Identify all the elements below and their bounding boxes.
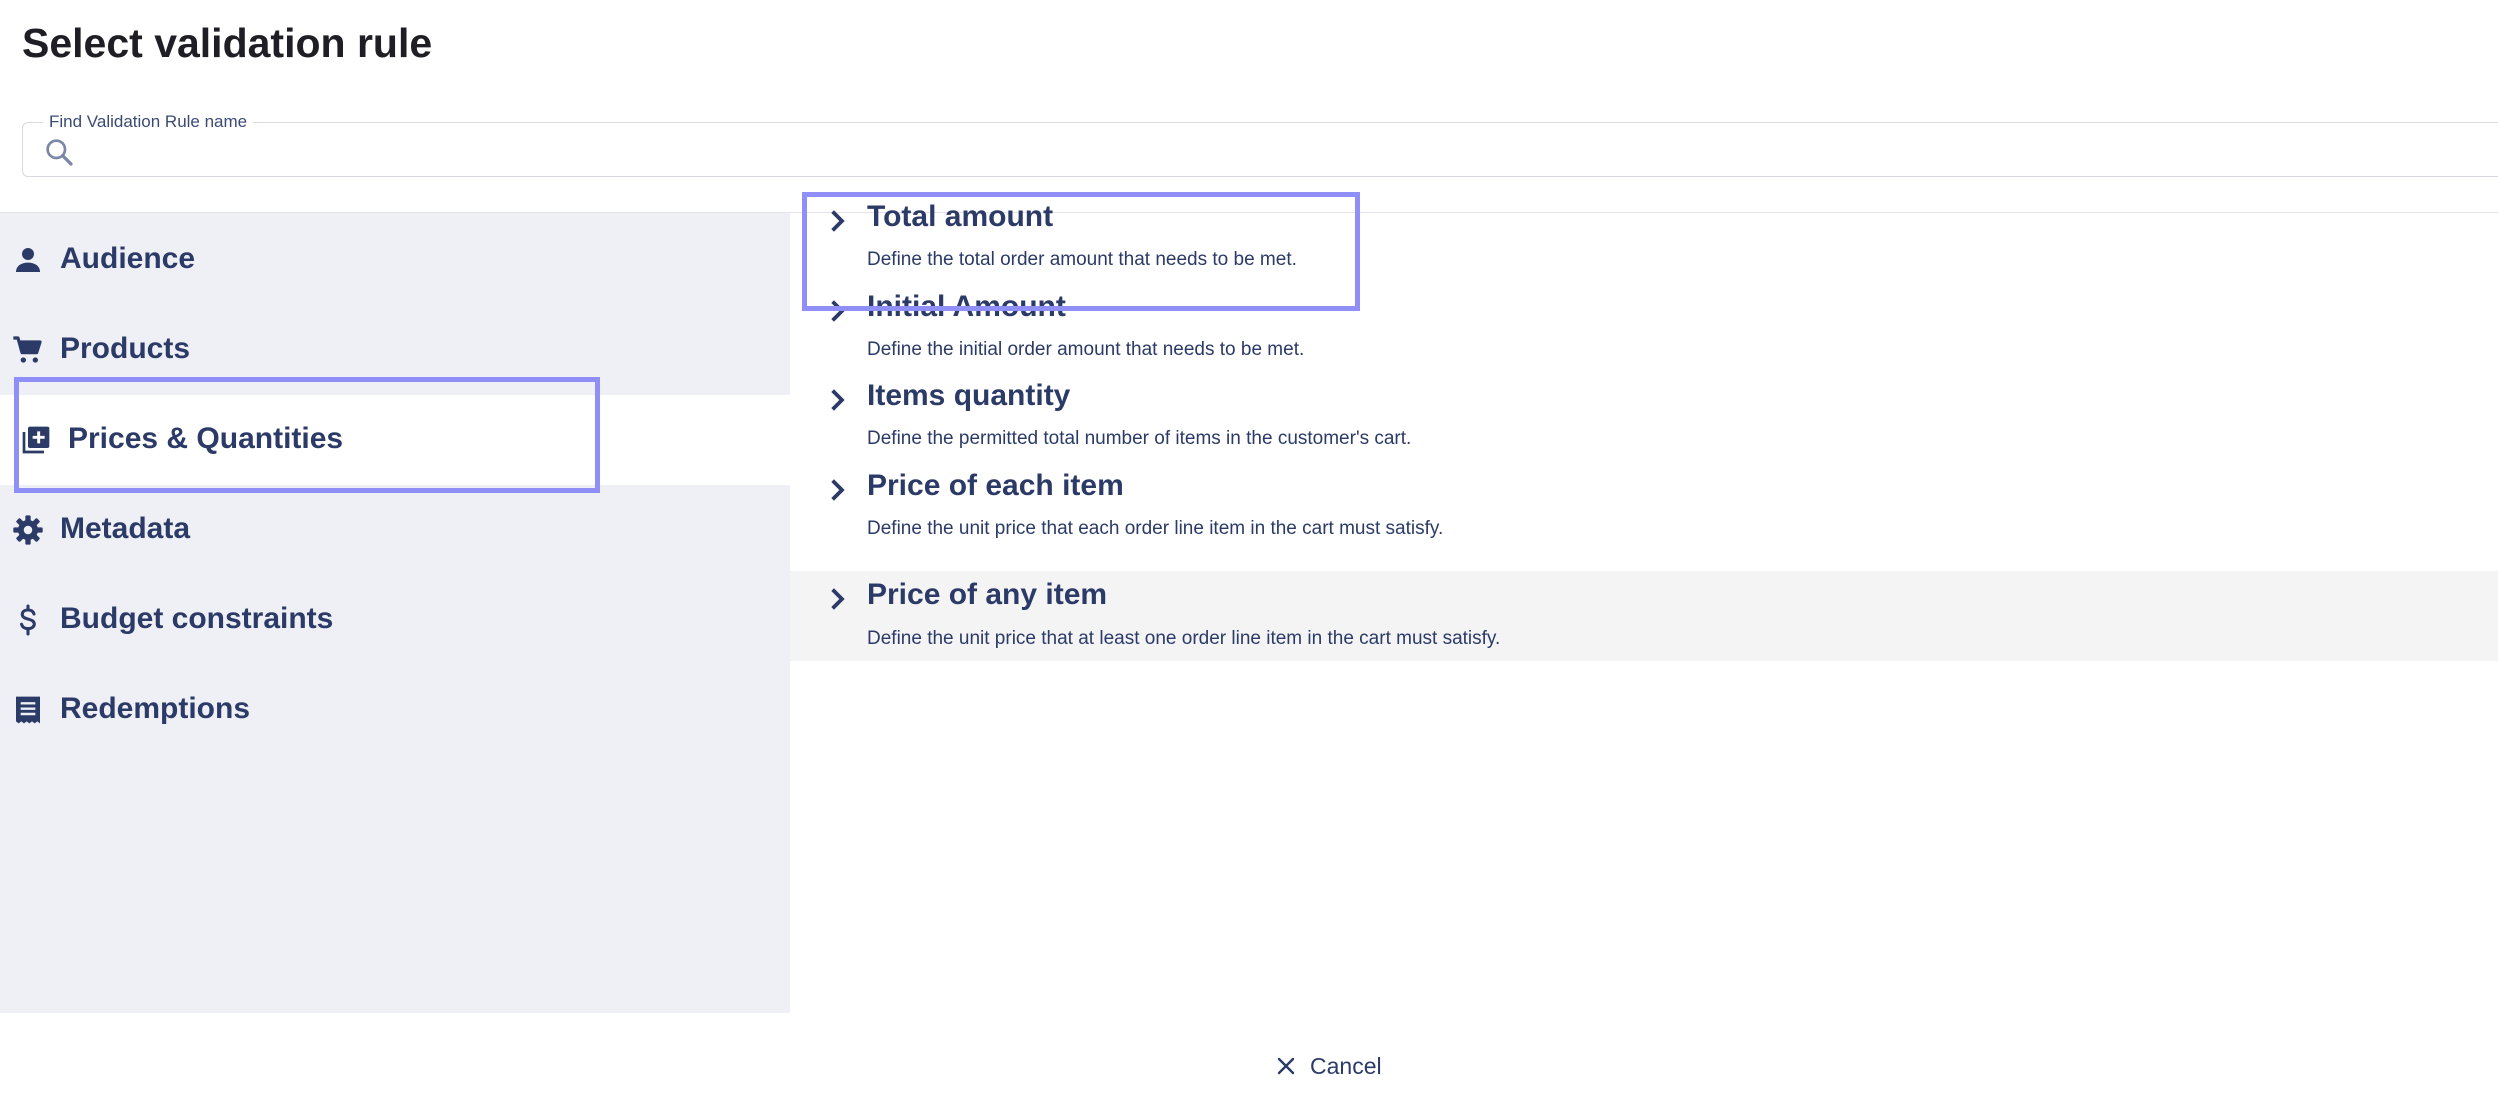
rule-title: Price of any item	[867, 578, 1108, 611]
rule-title: Initial Amount	[867, 290, 1066, 323]
search-input[interactable]	[85, 131, 2389, 171]
rule-title: Total amount	[867, 200, 1054, 233]
category-audience[interactable]: Audience	[0, 215, 790, 305]
category-products[interactable]: Products	[0, 305, 790, 395]
rule-initial-amount[interactable]: Initial Amount Define the initial order …	[790, 282, 2498, 372]
dollar-icon	[20, 604, 36, 636]
receipt-icon	[16, 696, 40, 724]
gear-icon	[13, 515, 43, 545]
rule-description: Define the total order amount that needs…	[867, 249, 1297, 270]
category-prices-quantities[interactable]: Prices & Quantities	[0, 395, 790, 485]
rule-price-of-each-item[interactable]: Price of each item Define the unit price…	[790, 461, 2498, 551]
category-label: Audience	[60, 242, 196, 275]
rule-price-of-any-item[interactable]: Price of any item Define the unit price …	[790, 571, 2498, 661]
chevron-right-icon	[831, 588, 845, 610]
rule-description: Define the permitted total number of ite…	[867, 428, 1412, 449]
rule-description: Define the unit price that each order li…	[867, 518, 1444, 539]
cart-icon	[13, 336, 42, 363]
category-label: Redemptions	[60, 692, 251, 725]
chevron-right-icon	[831, 479, 845, 501]
category-label: Budget constraints	[60, 602, 334, 635]
cancel-label: Cancel	[1310, 1052, 1382, 1079]
category-metadata[interactable]: Metadata	[0, 485, 790, 575]
rule-title: Items quantity	[867, 379, 1071, 412]
search-field[interactable]: Find Validation Rule name	[22, 112, 2498, 177]
search-icon	[46, 139, 73, 166]
category-sidebar: Audience Products Prices & Quantities Me…	[0, 213, 790, 1013]
category-budget-constraints[interactable]: Budget constraints	[0, 575, 790, 665]
category-redemptions[interactable]: Redemptions	[0, 665, 790, 755]
category-label: Metadata	[60, 512, 191, 545]
cancel-button[interactable]: Cancel	[1268, 1046, 1388, 1086]
dialog-title: Select validation rule	[22, 20, 433, 66]
category-label: Products	[60, 332, 191, 365]
person-icon	[16, 248, 40, 272]
rule-total-amount[interactable]: Total amount Define the total order amou…	[790, 192, 2498, 282]
add-box-icon	[22, 426, 50, 454]
chevron-right-icon	[831, 210, 845, 232]
chevron-right-icon	[831, 300, 845, 322]
rule-title: Price of each item	[867, 469, 1124, 502]
close-icon	[1277, 1057, 1295, 1075]
chevron-right-icon	[831, 389, 845, 411]
rule-items-quantity[interactable]: Items quantity Define the permitted tota…	[790, 371, 2498, 461]
search-label: Find Validation Rule name	[43, 112, 254, 132]
rule-description: Define the initial order amount that nee…	[867, 339, 1305, 360]
category-label: Prices & Quantities	[68, 422, 344, 455]
rule-description: Define the unit price that at least one …	[867, 628, 1501, 649]
